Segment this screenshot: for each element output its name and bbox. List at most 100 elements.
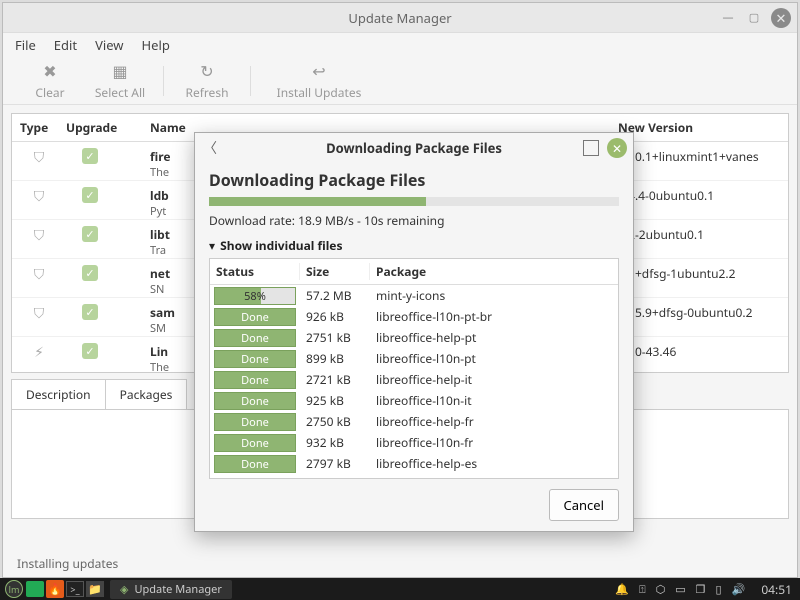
new-version: 9.1+dfsg-1ubuntu2.2 xyxy=(618,265,788,282)
taskbar-app-button[interactable]: ◈ Update Manager xyxy=(110,580,232,599)
minimize-button[interactable]: — xyxy=(719,9,737,27)
file-name: libreoffice-l10n-it xyxy=(370,392,618,409)
menu-bar: File Edit View Help xyxy=(3,33,797,57)
file-size: 2797 kB xyxy=(300,455,370,472)
file-row[interactable]: Done899 kBlibreoffice-l10n-pt xyxy=(210,348,618,369)
shield-icon: ⛉ xyxy=(12,265,66,284)
menu-edit[interactable]: Edit xyxy=(54,36,77,54)
clear-button[interactable]: ✖ Clear xyxy=(15,60,85,101)
select-all-button[interactable]: ▦ Select All xyxy=(85,60,155,101)
file-row[interactable]: Done2797 kBlibreoffice-help-es xyxy=(210,453,618,474)
notification-icon[interactable]: 🔔 xyxy=(615,582,629,597)
menu-help[interactable]: Help xyxy=(142,36,170,54)
system-tray: 🔔 ⍐ ⬡ ▭ ❐ ▯ 🔊 04:51 xyxy=(615,581,796,598)
file-size: 2751 kB xyxy=(300,329,370,346)
file-row[interactable]: 58%57.2 MBmint-y-icons xyxy=(210,285,618,306)
volume-icon[interactable]: 🔊 xyxy=(732,582,746,597)
files-body[interactable]: 58%57.2 MBmint-y-iconsDone926 kBlibreoff… xyxy=(210,285,618,478)
dialog-body: Downloading Package Files Download rate:… xyxy=(195,163,633,531)
upgrade-checkbox[interactable]: ✓ xyxy=(66,265,150,281)
bolt-icon: ⚡ xyxy=(12,343,66,362)
file-size: 926 kB xyxy=(300,308,370,325)
file-row[interactable]: Done932 kBlibreoffice-l10n-fr xyxy=(210,432,618,453)
close-button[interactable]: ✕ xyxy=(771,8,791,28)
file-size: 925 kB xyxy=(300,392,370,409)
file-size: 2721 kB xyxy=(300,371,370,388)
show-desktop-button[interactable] xyxy=(26,581,44,597)
menu-file[interactable]: File xyxy=(15,36,36,54)
file-name: libreoffice-l10n-pt xyxy=(370,350,618,367)
file-status: Done xyxy=(214,455,296,473)
network-icon[interactable]: ❐ xyxy=(696,582,706,597)
status-text: Installing updates xyxy=(17,555,118,572)
battery-icon[interactable]: ▯ xyxy=(716,582,722,597)
files-expander[interactable]: ▾ Show individual files xyxy=(209,237,619,254)
window-titlebar[interactable]: Update Manager — ▢ ✕ xyxy=(3,3,797,33)
refresh-icon: ↻ xyxy=(200,60,213,82)
file-name: mint-y-icons xyxy=(370,287,618,304)
tab-description[interactable]: Description xyxy=(11,379,106,409)
tab-packages[interactable]: Packages xyxy=(106,379,188,409)
toolbar: ✖ Clear ▦ Select All ↻ Refresh ↩ Install… xyxy=(3,57,797,105)
install-label: Install Updates xyxy=(277,84,362,101)
taskbar[interactable]: lm 🔥 >_ 📁 ◈ Update Manager 🔔 ⍐ ⬡ ▭ ❐ ▯ 🔊… xyxy=(0,578,800,600)
status-bar: Installing updates xyxy=(3,549,797,577)
upgrade-checkbox[interactable]: ✓ xyxy=(66,343,150,359)
col-status[interactable]: Status xyxy=(210,263,300,280)
start-menu-button[interactable]: lm xyxy=(4,580,24,598)
menu-view[interactable]: View xyxy=(95,36,123,54)
file-size: 899 kB xyxy=(300,350,370,367)
file-row[interactable]: Done925 kBlibreoffice-l10n-it xyxy=(210,390,618,411)
col-size[interactable]: Size xyxy=(300,263,370,280)
clock[interactable]: 04:51 xyxy=(761,581,792,598)
upgrade-checkbox[interactable]: ✓ xyxy=(66,187,150,203)
upgrade-checkbox[interactable]: ✓ xyxy=(66,304,150,320)
new-version: 03.0.1+linuxmint1+vanes xyxy=(618,148,788,165)
shield-icon: ⛉ xyxy=(12,226,66,245)
col-type[interactable]: Type xyxy=(12,119,66,136)
file-row[interactable]: Done2750 kBlibreoffice-help-fr xyxy=(210,411,618,432)
new-version: 4.15.9+dfsg-0ubuntu0.2 xyxy=(618,304,788,321)
shield-icon: ◈ xyxy=(120,582,128,597)
file-status: Done xyxy=(214,329,296,347)
file-row[interactable]: Done926 kBlibreoffice-l10n-pt-br xyxy=(210,306,618,327)
updates-tray-icon[interactable]: ⍐ xyxy=(639,582,646,597)
install-updates-button[interactable]: ↩ Install Updates xyxy=(259,60,379,101)
terminal-launcher[interactable]: >_ xyxy=(66,581,84,597)
col-upgrade[interactable]: Upgrade xyxy=(66,119,150,136)
shield-icon: ⛉ xyxy=(12,148,66,167)
check-icon: ✓ xyxy=(82,265,98,281)
new-version: 15.0-43.46 xyxy=(618,343,788,360)
maximize-button[interactable]: ▢ xyxy=(745,9,763,27)
display-icon[interactable]: ▭ xyxy=(675,582,685,597)
new-version: 3.2-2ubuntu0.1 xyxy=(618,226,788,243)
col-package[interactable]: Package xyxy=(370,263,618,280)
download-rate-text: Download rate: 18.9 MB/s - 10s remaining xyxy=(209,212,619,229)
security-icon[interactable]: ⬡ xyxy=(656,582,666,597)
new-version: 2.4.4-0ubuntu0.1 xyxy=(618,187,788,204)
toolbar-separator xyxy=(163,66,164,96)
file-name: libreoffice-help-es xyxy=(370,455,618,472)
file-row[interactable]: Done2751 kBlibreoffice-help-pt xyxy=(210,327,618,348)
file-status: Done xyxy=(214,434,296,452)
dialog-controls: ✕ xyxy=(583,138,627,158)
upgrade-checkbox[interactable]: ✓ xyxy=(66,226,150,242)
dialog-maximize-button[interactable] xyxy=(583,140,599,156)
dialog-close-button[interactable]: ✕ xyxy=(607,138,627,158)
expander-label: Show individual files xyxy=(220,237,342,254)
window-controls: — ▢ ✕ xyxy=(719,8,791,28)
file-name: libreoffice-help-pt xyxy=(370,329,618,346)
select-all-label: Select All xyxy=(95,84,145,101)
file-status: Done xyxy=(214,350,296,368)
file-row[interactable]: Done2721 kBlibreoffice-help-it xyxy=(210,369,618,390)
upgrade-checkbox[interactable]: ✓ xyxy=(66,148,150,164)
file-name: libreoffice-help-it xyxy=(370,371,618,388)
back-icon[interactable]: 〈 xyxy=(203,138,217,158)
cancel-button[interactable]: Cancel xyxy=(549,489,619,521)
file-status: Done xyxy=(214,308,296,326)
refresh-button[interactable]: ↻ Refresh xyxy=(172,60,242,101)
dialog-titlebar[interactable]: 〈 Downloading Package Files ✕ xyxy=(195,133,633,163)
col-newver[interactable]: New Version xyxy=(618,119,788,136)
files-launcher[interactable]: 📁 xyxy=(86,581,104,597)
firefox-launcher[interactable]: 🔥 xyxy=(46,580,64,598)
